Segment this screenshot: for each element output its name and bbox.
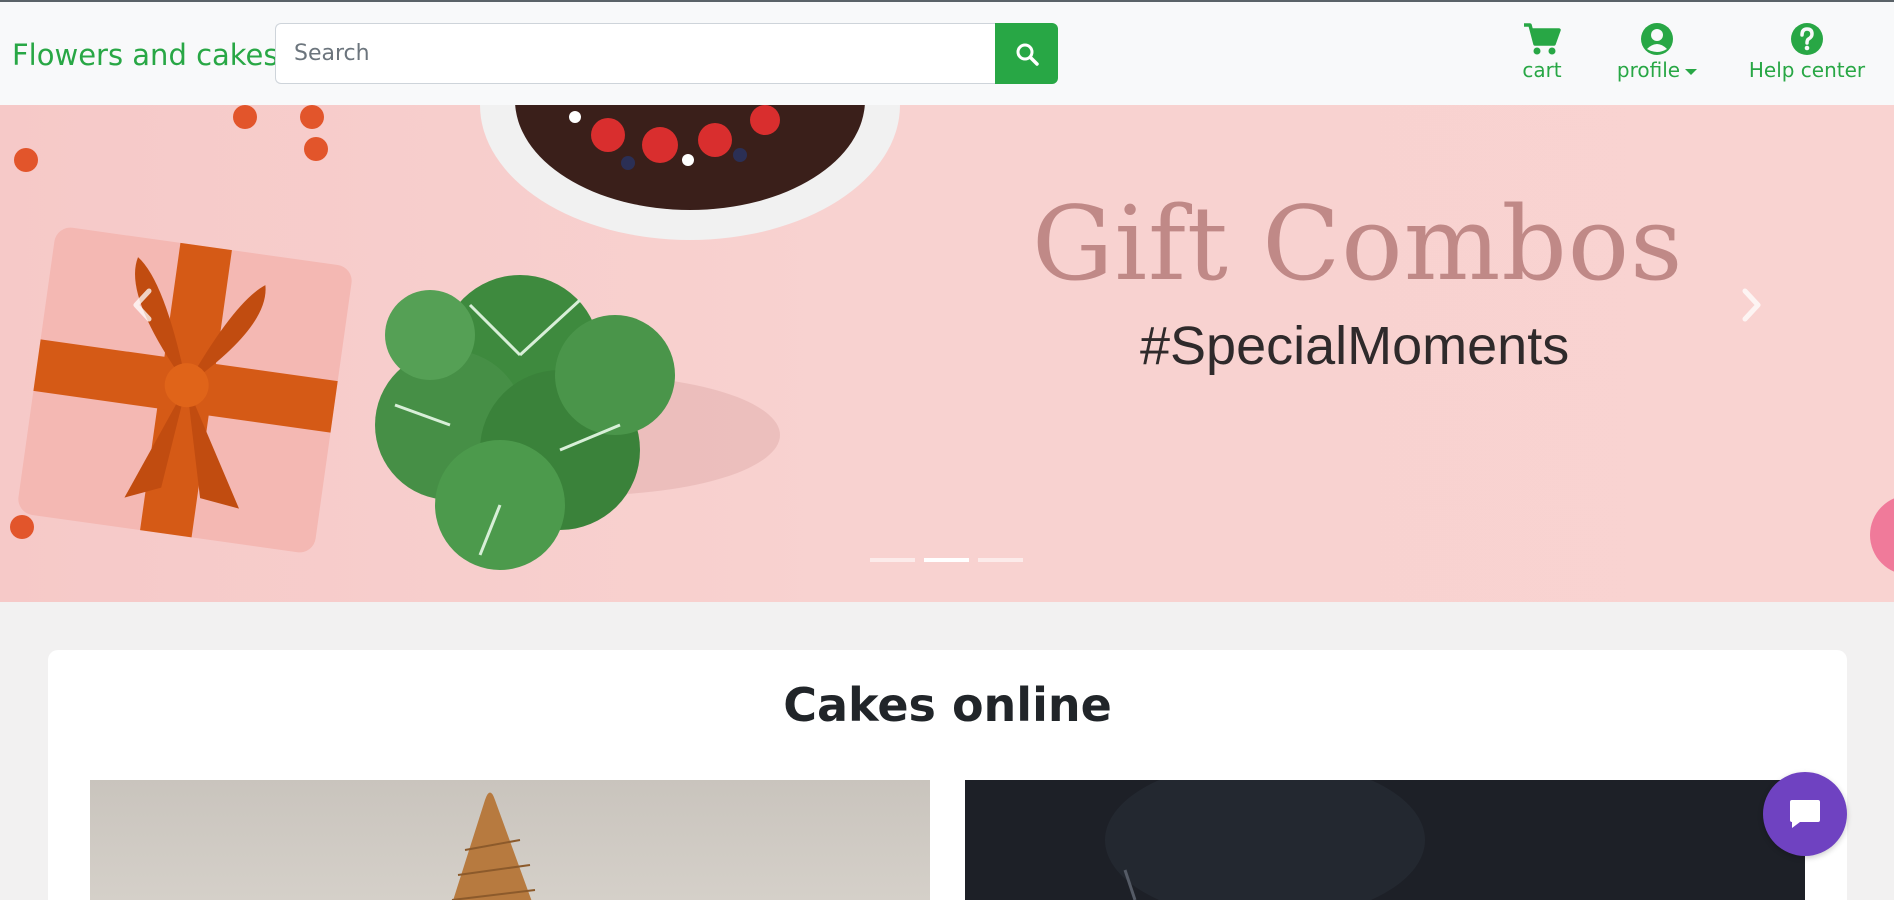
cart-label: cart bbox=[1522, 58, 1562, 82]
search-form bbox=[275, 23, 1058, 84]
carousel-indicator-3[interactable] bbox=[978, 558, 1023, 562]
help-label: Help center bbox=[1748, 58, 1866, 82]
section-title: Cakes online bbox=[783, 678, 1112, 732]
carousel-next-button[interactable] bbox=[1722, 275, 1782, 335]
hero-banner-illustration bbox=[10, 105, 1894, 572]
chat-bubble-icon bbox=[1790, 800, 1820, 828]
search-input[interactable] bbox=[275, 23, 995, 84]
profile-label-row: profile bbox=[1616, 58, 1698, 82]
ice-cream-cone-image bbox=[451, 792, 536, 900]
nav-profile-dropdown[interactable]: profile bbox=[1616, 22, 1698, 82]
chevron-right-icon bbox=[1742, 288, 1761, 322]
cart-icon bbox=[1523, 22, 1561, 56]
search-button[interactable] bbox=[995, 23, 1058, 84]
nav-cart[interactable]: cart bbox=[1520, 22, 1564, 82]
nav-help-center[interactable]: Help center bbox=[1748, 22, 1866, 82]
profile-label: profile bbox=[1616, 58, 1681, 82]
chevron-left-icon bbox=[133, 288, 152, 322]
cakes-online-section: Cakes online bbox=[48, 650, 1847, 900]
hero-subtitle: #SpecialMoments bbox=[1140, 316, 1570, 376]
search-icon bbox=[1016, 43, 1039, 66]
hero-title: Gift Combos bbox=[1032, 185, 1684, 304]
caret-down-icon bbox=[1685, 68, 1698, 75]
brand-link[interactable]: Flowers and cakes bbox=[12, 38, 279, 72]
user-circle-icon bbox=[1640, 22, 1674, 56]
carousel-indicator-1[interactable] bbox=[870, 558, 915, 562]
chat-button[interactable] bbox=[1763, 772, 1847, 856]
cake-product-image-1[interactable] bbox=[90, 780, 930, 900]
question-circle-icon bbox=[1790, 22, 1824, 56]
carousel-prev-button[interactable] bbox=[112, 275, 172, 335]
cake-product-image-2[interactable] bbox=[965, 780, 1805, 900]
hero-carousel: Gift Combos #SpecialMoments bbox=[0, 105, 1894, 602]
top-navbar: Flowers and cakes cart bbox=[0, 0, 1894, 105]
carousel-indicators bbox=[870, 558, 1023, 562]
dark-cake-image bbox=[965, 780, 1805, 900]
carousel-indicator-2[interactable] bbox=[924, 558, 969, 562]
